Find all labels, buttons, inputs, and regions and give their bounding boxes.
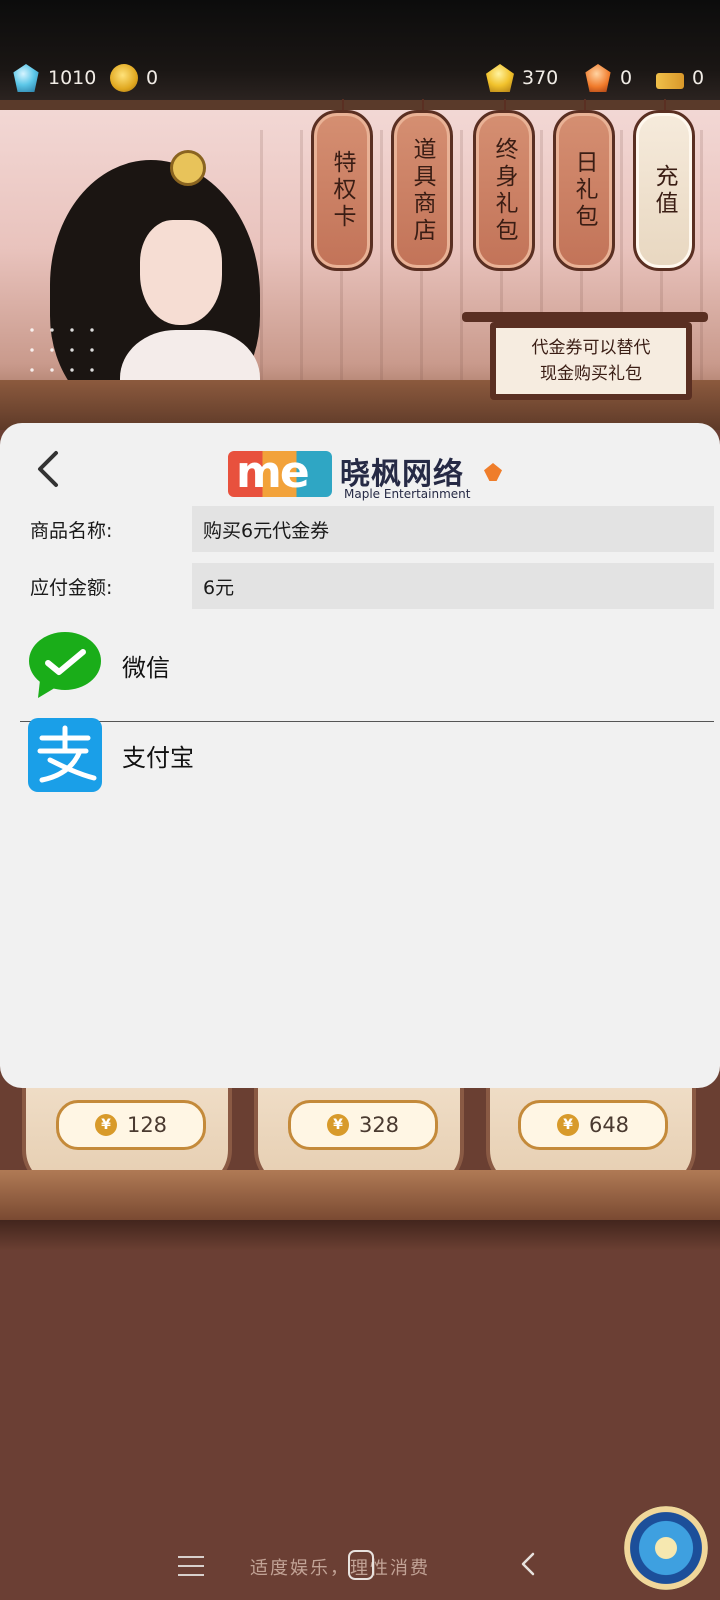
price-value: 128 [126, 1113, 168, 1137]
yen-coin-icon: ¥ [326, 1114, 349, 1136]
wechat-icon [29, 632, 101, 698]
blue-gem-icon [13, 64, 39, 92]
back-button[interactable] [30, 445, 70, 493]
alipay-icon [28, 718, 102, 792]
tab-label: 道具商店 [409, 136, 435, 245]
pay-option-wechat[interactable]: 微信 [0, 623, 720, 707]
tab-privilege-card[interactable]: 特权卡 [311, 99, 373, 271]
chevron-left-icon [38, 451, 58, 487]
resource-value: 1010 [48, 67, 97, 89]
price-value: 648 [588, 1113, 630, 1137]
tab-daily-pack[interactable]: 日礼包 [553, 99, 615, 271]
shelf-shadow [0, 1220, 720, 1250]
pay-option-alipay[interactable]: 支付宝 [0, 713, 720, 797]
brand-logo: me 晓枫网络 Maple Entertainment [228, 441, 508, 501]
yen-coin-icon: ¥ [94, 1114, 117, 1136]
price-button[interactable]: ¥ 648 [518, 1100, 668, 1150]
product-name-label: 商品名称: [30, 520, 113, 542]
price-button[interactable]: ¥ 128 [56, 1100, 206, 1150]
me-logo-mark: me [228, 447, 332, 498]
thumbs-up-coin-icon [110, 64, 138, 92]
gold-ingot-icon [486, 64, 514, 92]
notice-board-roof [462, 312, 708, 322]
notice-board: 代金券可以替代 现金购买礼包 [490, 322, 692, 400]
ticket-icon [656, 73, 684, 89]
resource-gold[interactable]: 370 [486, 62, 558, 94]
brand-name-en: Maple Entertainment [344, 487, 471, 501]
yen-coin-icon: ¥ [556, 1114, 579, 1136]
resource-value: 370 [522, 67, 559, 89]
resource-ticket[interactable]: 0 [656, 62, 704, 94]
tab-label: 日礼包 [571, 150, 597, 231]
system-nav-bar: 适度娱乐，理性消费 [0, 1520, 720, 1600]
tab-label: 特权卡 [329, 150, 355, 231]
character-face [140, 220, 222, 325]
health-slogan: 适度娱乐，理性消费 [250, 1558, 430, 1579]
menu-icon[interactable] [178, 1556, 204, 1576]
logo-mark-text: me [236, 447, 310, 498]
hairpin-ornament [170, 150, 206, 186]
price-value: 328 [358, 1113, 400, 1137]
ceiling-beam [0, 100, 720, 110]
notice-line: 现金购买礼包 [540, 364, 642, 384]
tab-recharge[interactable]: 充值 [633, 99, 695, 271]
tab-item-shop[interactable]: 道具商店 [391, 99, 453, 271]
floating-assistant-button[interactable] [624, 1506, 708, 1590]
resource-value: 0 [146, 67, 159, 89]
orange-gem-icon [585, 64, 611, 92]
maple-leaf-icon [484, 463, 502, 481]
tab-lifetime-pack[interactable]: 终身礼包 [473, 99, 535, 271]
resource-value: 0 [692, 67, 705, 89]
pay-option-label: 微信 [122, 653, 170, 682]
price-button[interactable]: ¥ 328 [288, 1100, 438, 1150]
wooden-shelf [0, 1170, 720, 1220]
home-button[interactable] [348, 1550, 374, 1580]
resource-blue-gem[interactable]: 1010 [12, 62, 96, 94]
product-name-field: 购买6元代金券 [192, 506, 714, 552]
resource-value: 0 [620, 67, 633, 89]
tab-label: 终身礼包 [491, 136, 517, 245]
amount-label: 应付金额: [30, 577, 113, 599]
resource-likes[interactable]: 0 [110, 62, 158, 94]
notice-line: 代金券可以替代 [531, 338, 651, 358]
resource-bar: 1010 0 370 0 0 [0, 0, 720, 100]
payment-sheet: me 晓枫网络 Maple Entertainment 商品名称: 购买6元代金… [0, 423, 720, 1088]
resource-orange-gem[interactable]: 0 [584, 62, 632, 94]
nav-back-icon[interactable] [520, 1552, 536, 1576]
pay-option-label: 支付宝 [122, 743, 194, 772]
tab-label: 充值 [651, 163, 677, 218]
amount-field: 6元 [192, 563, 714, 609]
